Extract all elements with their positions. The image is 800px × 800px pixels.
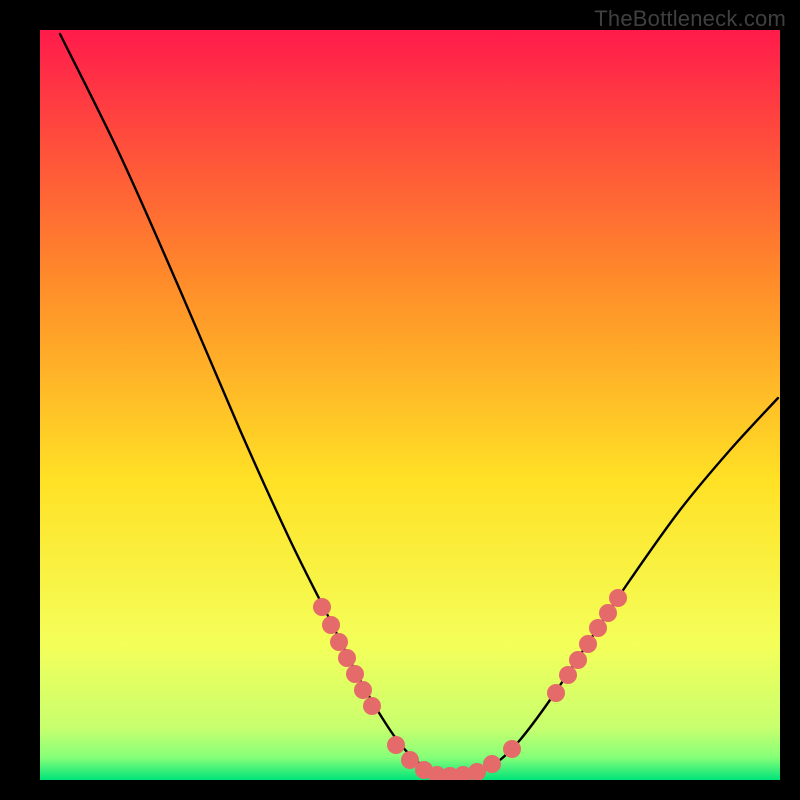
threshold-marker bbox=[387, 736, 405, 754]
threshold-marker bbox=[483, 755, 501, 773]
threshold-marker bbox=[354, 681, 372, 699]
threshold-marker bbox=[559, 666, 577, 684]
chart-container: TheBottleneck.com bbox=[0, 0, 800, 800]
watermark-text: TheBottleneck.com bbox=[594, 6, 786, 32]
threshold-marker bbox=[609, 589, 627, 607]
threshold-marker bbox=[547, 684, 565, 702]
threshold-marker bbox=[579, 635, 597, 653]
threshold-marker bbox=[346, 665, 364, 683]
bottleneck-chart bbox=[0, 0, 800, 800]
threshold-marker bbox=[569, 651, 587, 669]
threshold-marker bbox=[503, 740, 521, 758]
threshold-marker bbox=[330, 633, 348, 651]
threshold-marker bbox=[313, 598, 331, 616]
threshold-marker bbox=[363, 697, 381, 715]
threshold-marker bbox=[589, 619, 607, 637]
gradient-background bbox=[40, 30, 780, 780]
threshold-marker bbox=[322, 616, 340, 634]
threshold-marker bbox=[338, 649, 356, 667]
threshold-marker bbox=[599, 604, 617, 622]
